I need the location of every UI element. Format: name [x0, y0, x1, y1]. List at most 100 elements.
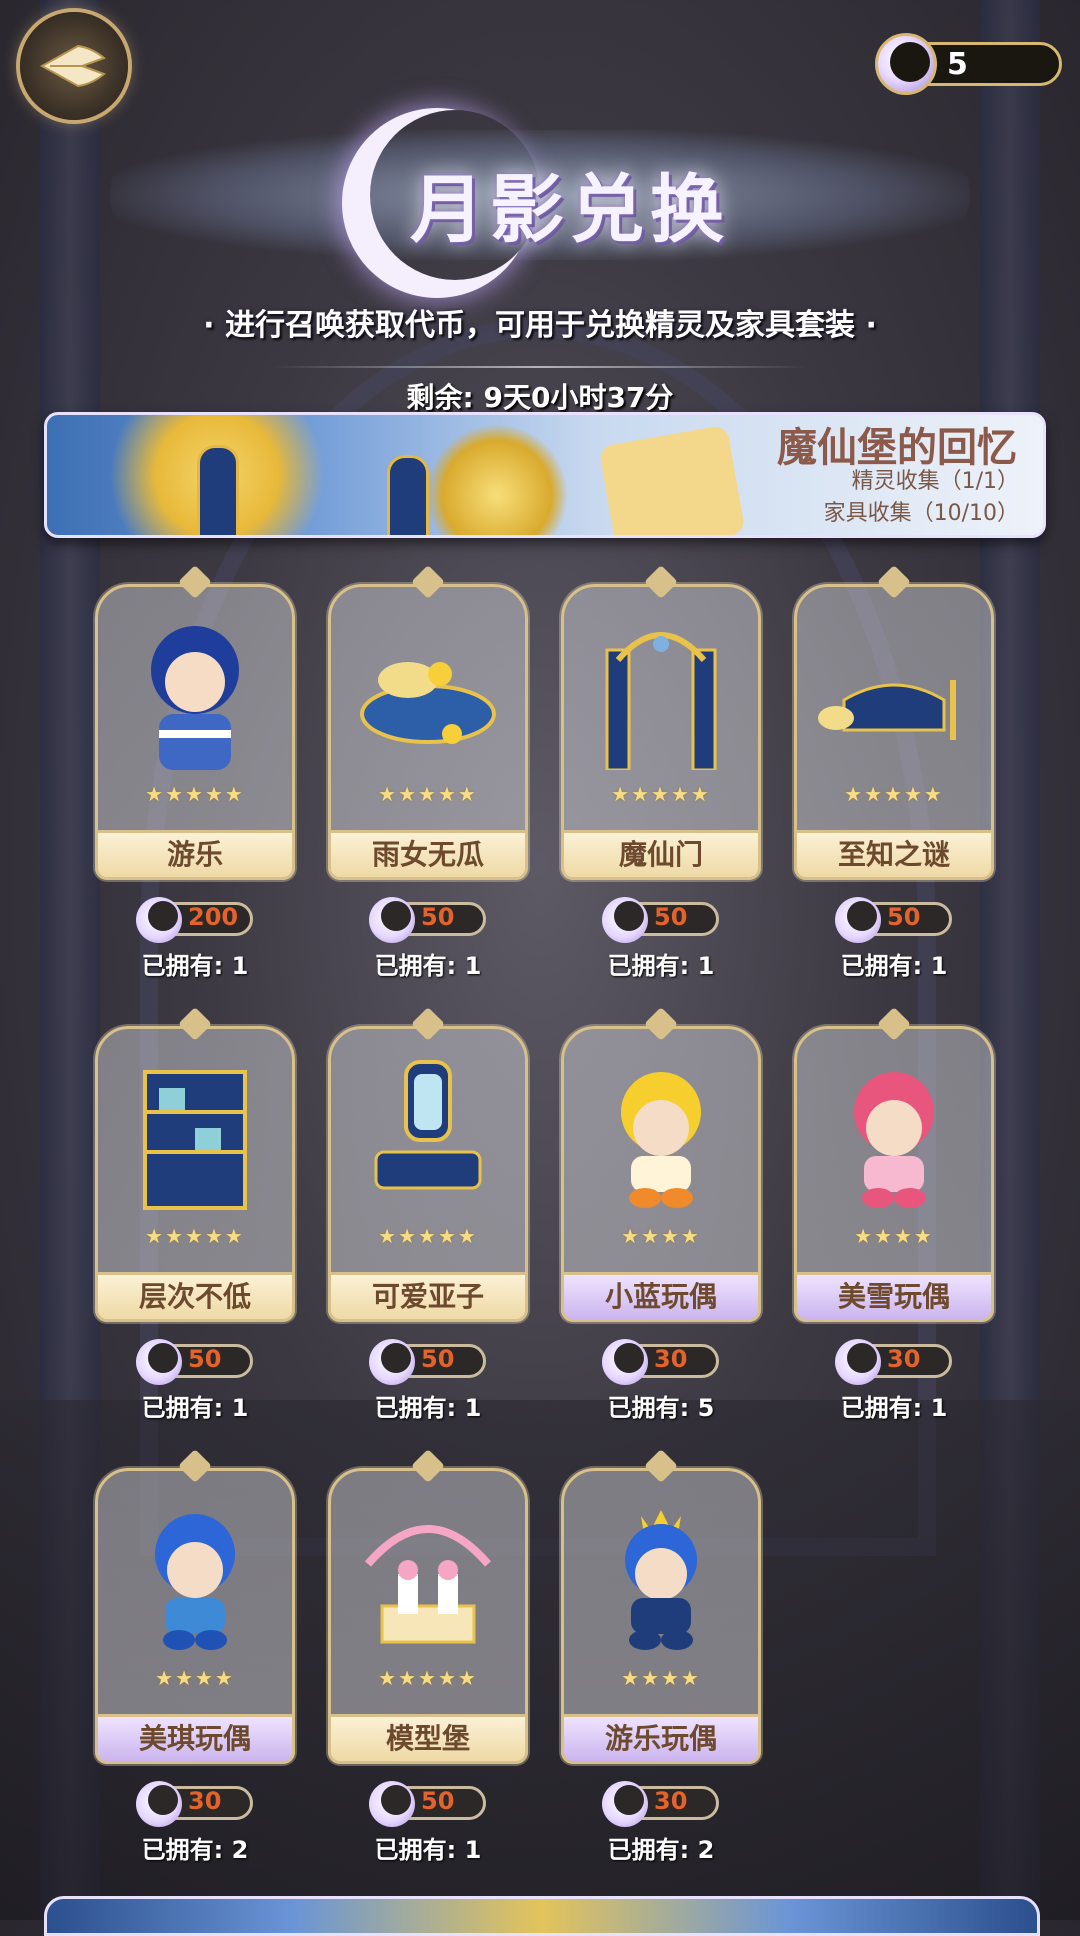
item-rarity-stars: ★★★★★ [378, 782, 478, 806]
item-price[interactable]: 30 [602, 1339, 719, 1385]
moon-token-icon [875, 33, 937, 95]
item-name: 游乐玩偶 [561, 1714, 761, 1764]
moon-token-icon [136, 1339, 182, 1385]
exchange-item-card[interactable]: ★★★★ 美琪玩偶 30 已拥有: 2 [95, 1449, 295, 1864]
item-image [348, 1052, 508, 1212]
item-rarity-stars: ★★★★★ [611, 782, 711, 806]
exchange-item-card[interactable]: ★★★★★ 至知之谜 50 已拥有: 1 [794, 565, 994, 980]
item-price-value: 50 [654, 903, 688, 931]
moon-token-icon [369, 1339, 415, 1385]
exchange-item-card[interactable]: ★★★★★ 层次不低 50 已拥有: 1 [95, 1007, 295, 1422]
divider [270, 366, 810, 368]
moon-token-icon [835, 897, 881, 943]
item-image [348, 610, 508, 770]
item-rarity-stars: ★★★★ [854, 1224, 934, 1248]
item-price[interactable]: 30 [136, 1781, 253, 1827]
item-owned-count: 已拥有: 1 [374, 952, 482, 980]
item-owned-count: 已拥有: 1 [141, 1394, 249, 1422]
item-rarity-stars: ★★★★★ [378, 1666, 478, 1690]
item-name: 美雪玩偶 [794, 1272, 994, 1322]
moon-token-icon [136, 897, 182, 943]
exchange-item-card[interactable]: ★★★★★ 魔仙门 50 已拥有: 1 [561, 565, 761, 980]
item-rarity-stars: ★★★★ [155, 1666, 235, 1690]
banner-art [387, 455, 429, 535]
item-name: 小蓝玩偶 [561, 1272, 761, 1322]
event-title-text: 月影兑换 [410, 167, 730, 253]
moon-token-counter: 5 [875, 33, 1062, 95]
back-arrow-icon [39, 44, 106, 88]
moon-token-icon [835, 1339, 881, 1385]
item-owned-count: 已拥有: 1 [607, 952, 715, 980]
event-description: · 进行召唤获取代币，可用于兑换精灵及家具套装 · [203, 308, 877, 343]
item-price[interactable]: 50 [835, 897, 952, 943]
item-name: 雨女无瓜 [328, 830, 528, 880]
back-button[interactable] [20, 12, 128, 120]
item-price[interactable]: 200 [136, 897, 253, 943]
collection-banner[interactable]: 魔仙堡的回忆 精灵收集（1/1） 家具收集（10/10） [44, 412, 1046, 538]
moon-token-icon [369, 897, 415, 943]
item-image [581, 1052, 741, 1212]
item-price[interactable]: 50 [369, 1781, 486, 1827]
item-owned-count: 已拥有: 5 [607, 1394, 715, 1422]
item-owned-count: 已拥有: 1 [141, 952, 249, 980]
exchange-item-card[interactable]: ★★★★★ 可爱亚子 50 已拥有: 1 [328, 1007, 528, 1422]
item-image [115, 1052, 275, 1212]
furniture-collection-progress: 家具收集（10/10） [823, 501, 1019, 526]
item-rarity-stars: ★★★★★ [145, 782, 245, 806]
time-remaining: 剩余: 9天0小时37分 [406, 381, 674, 414]
item-price-value: 50 [887, 903, 921, 931]
item-owned-count: 已拥有: 1 [840, 952, 948, 980]
exchange-item-card[interactable]: ★★★★ 小蓝玩偶 30 已拥有: 5 [561, 1007, 761, 1422]
item-owned-count: 已拥有: 1 [374, 1836, 482, 1864]
item-name: 模型堡 [328, 1714, 528, 1764]
item-name: 魔仙门 [561, 830, 761, 880]
banner-art [598, 424, 746, 535]
moon-token-icon [602, 1339, 648, 1385]
item-image [348, 1494, 508, 1654]
item-price[interactable]: 30 [835, 1339, 952, 1385]
item-owned-count: 已拥有: 1 [374, 1394, 482, 1422]
item-price-value: 50 [188, 1345, 222, 1373]
item-owned-count: 已拥有: 1 [840, 1394, 948, 1422]
item-rarity-stars: ★★★★★ [378, 1224, 478, 1248]
item-price[interactable]: 50 [369, 1339, 486, 1385]
item-owned-count: 已拥有: 2 [141, 1836, 249, 1864]
exchange-item-card[interactable]: ★★★★★ 雨女无瓜 50 已拥有: 1 [328, 565, 528, 980]
item-name: 至知之谜 [794, 830, 994, 880]
item-image [814, 610, 974, 770]
item-price[interactable]: 50 [602, 897, 719, 943]
item-image [814, 1052, 974, 1212]
moon-token-icon [602, 897, 648, 943]
item-name: 游乐 [95, 830, 295, 880]
moon-token-icon [369, 1781, 415, 1827]
item-name: 层次不低 [95, 1272, 295, 1322]
exchange-item-card[interactable]: ★★★★ 游乐玩偶 30 已拥有: 2 [561, 1449, 761, 1864]
banner-art [427, 425, 567, 535]
item-price[interactable]: 50 [369, 897, 486, 943]
item-image [115, 610, 275, 770]
item-rarity-stars: ★★★★★ [844, 782, 944, 806]
exchange-item-card[interactable]: ★★★★★ 游乐 200 已拥有: 1 [95, 565, 295, 980]
item-price-value: 30 [654, 1787, 688, 1815]
moon-token-icon [136, 1781, 182, 1827]
item-name: 可爱亚子 [328, 1272, 528, 1322]
banner-art [197, 445, 239, 535]
item-name: 美琪玩偶 [95, 1714, 295, 1764]
item-price[interactable]: 30 [602, 1781, 719, 1827]
next-banner-peek [44, 1896, 1040, 1936]
item-owned-count: 已拥有: 2 [607, 1836, 715, 1864]
item-price-value: 50 [421, 1787, 455, 1815]
item-price[interactable]: 50 [136, 1339, 253, 1385]
item-price-value: 30 [188, 1787, 222, 1815]
exchange-item-card[interactable]: ★★★★ 美雪玩偶 30 已拥有: 1 [794, 1007, 994, 1422]
item-image [581, 610, 741, 772]
item-image [115, 1494, 275, 1654]
item-rarity-stars: ★★★★ [621, 1666, 701, 1690]
item-price-value: 30 [654, 1345, 688, 1373]
moon-token-count: 5 [947, 47, 968, 82]
item-price-value: 50 [421, 1345, 455, 1373]
item-price-value: 200 [188, 903, 239, 931]
item-price-value: 30 [887, 1345, 921, 1373]
item-rarity-stars: ★★★★★ [145, 1224, 245, 1248]
exchange-item-card[interactable]: ★★★★★ 模型堡 50 已拥有: 1 [328, 1449, 528, 1864]
